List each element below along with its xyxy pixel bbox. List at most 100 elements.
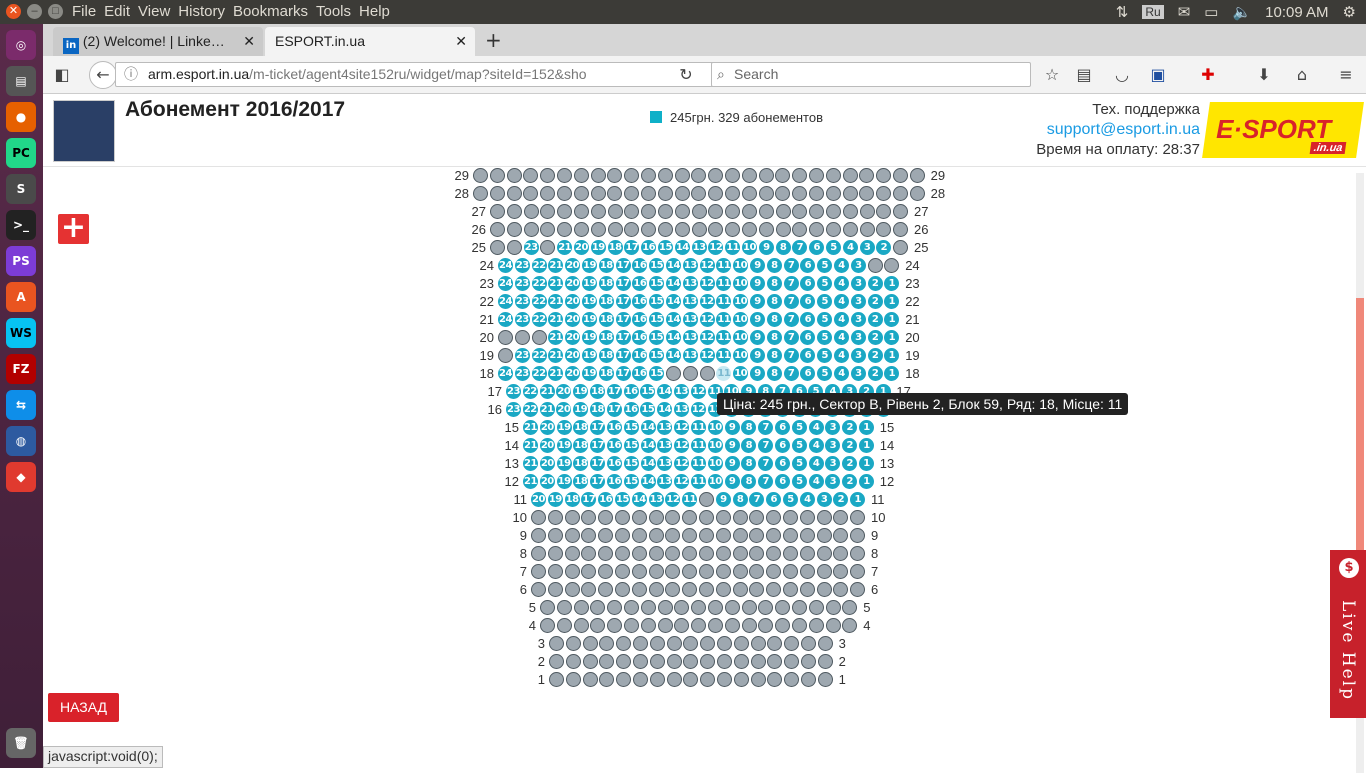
reload-icon[interactable]: ↻ <box>675 64 697 86</box>
seat-available[interactable]: 17 <box>615 276 631 291</box>
site-identity-icon[interactable]: ◧ <box>51 64 73 86</box>
seat-available[interactable]: 2 <box>833 492 849 507</box>
seat-available[interactable]: 14 <box>666 258 681 273</box>
seat-available[interactable]: 7 <box>758 420 774 435</box>
seat-available[interactable]: 2 <box>842 438 858 453</box>
seat-available[interactable]: 2 <box>867 312 883 327</box>
seat-available[interactable]: 18 <box>573 456 589 471</box>
seat-available[interactable]: 17 <box>590 420 606 435</box>
seat-available[interactable]: 11 <box>691 474 706 489</box>
seat-available[interactable]: 20 <box>565 276 581 291</box>
seat-available[interactable]: 17 <box>624 240 640 255</box>
seat-available[interactable]: 20 <box>531 492 546 507</box>
teamviewer-icon[interactable]: ⇆ <box>6 390 36 420</box>
seat-available[interactable]: 13 <box>657 474 673 489</box>
seat-available[interactable]: 5 <box>817 294 833 309</box>
seat-available[interactable]: 16 <box>641 240 657 255</box>
seat-available[interactable]: 4 <box>834 258 849 273</box>
seat-available[interactable]: 3 <box>859 240 875 255</box>
seat-available[interactable]: 10 <box>733 366 749 381</box>
close-tab-icon[interactable]: ✕ <box>243 27 255 56</box>
seat-available[interactable]: 5 <box>791 420 807 435</box>
seat-available[interactable]: 15 <box>615 492 630 507</box>
seat-available[interactable]: 21 <box>523 456 538 471</box>
firefox-icon[interactable]: ● <box>6 102 36 132</box>
seat-available[interactable]: 17 <box>590 474 606 489</box>
seat-available[interactable]: 17 <box>615 258 631 273</box>
seat-available[interactable]: 15 <box>649 258 665 273</box>
seat-available[interactable]: 19 <box>582 276 597 291</box>
seat-available[interactable]: 18 <box>607 240 623 255</box>
seat-available[interactable]: 20 <box>565 366 581 381</box>
seat-available[interactable]: 16 <box>632 294 648 309</box>
seat-available[interactable]: 1 <box>859 420 874 435</box>
seat-available[interactable]: 19 <box>582 366 597 381</box>
esport-logo[interactable]: E·SPORT .in.ua <box>1202 102 1364 158</box>
seat-available[interactable]: 4 <box>834 330 849 345</box>
seat-available[interactable]: 9 <box>724 438 740 453</box>
sublime-icon[interactable]: S <box>6 174 36 204</box>
seat-available[interactable]: 14 <box>666 348 681 363</box>
seat-available[interactable]: 9 <box>758 240 774 255</box>
seat-available[interactable]: 16 <box>623 384 639 399</box>
seat-available[interactable]: 14 <box>657 402 673 417</box>
seat-available[interactable]: 8 <box>732 492 748 507</box>
seat-available[interactable]: 11 <box>691 438 706 453</box>
seat-available[interactable]: 13 <box>674 402 689 417</box>
seat-available[interactable]: 18 <box>590 402 605 417</box>
seat-available[interactable]: 20 <box>556 402 572 417</box>
seat-available[interactable]: 4 <box>799 492 815 507</box>
seat-available[interactable]: 7 <box>758 438 774 453</box>
seat-available[interactable]: 17 <box>581 492 597 507</box>
seat-available[interactable]: 13 <box>682 330 698 345</box>
seat-available[interactable]: 13 <box>691 240 707 255</box>
seat-available[interactable]: 21 <box>523 474 538 489</box>
seat-available[interactable]: 4 <box>834 348 849 363</box>
seat-available[interactable]: 18 <box>564 492 580 507</box>
seat-available[interactable]: 15 <box>649 276 665 291</box>
seat-available[interactable]: 9 <box>724 420 740 435</box>
seat-available[interactable]: 11 <box>691 420 706 435</box>
seat-available[interactable]: 15 <box>623 456 639 471</box>
trash-icon[interactable]: 🗑 <box>6 728 36 758</box>
seat-available[interactable]: 7 <box>758 456 774 471</box>
seat-available[interactable]: 8 <box>766 330 782 345</box>
software-center-icon[interactable]: A <box>6 282 36 312</box>
seat-available[interactable]: 23 <box>514 348 530 363</box>
battery-icon[interactable]: ▭ <box>1204 3 1218 21</box>
menu-hamburger-icon[interactable]: ≡ <box>1335 64 1357 86</box>
seat-available[interactable]: 4 <box>834 366 849 381</box>
seat-available[interactable]: 18 <box>598 330 614 345</box>
seat-available[interactable]: 16 <box>607 456 622 471</box>
seat-available[interactable]: 5 <box>817 276 833 291</box>
seat-available[interactable]: 18 <box>598 348 614 363</box>
seat-available[interactable]: 20 <box>539 438 555 453</box>
menu-tools[interactable]: Tools <box>316 0 359 24</box>
seat-available[interactable]: 3 <box>825 438 841 453</box>
seat-available[interactable]: 5 <box>817 312 833 327</box>
seat-available[interactable]: 8 <box>766 312 782 327</box>
seat-available[interactable]: 1 <box>884 330 900 345</box>
seat-available[interactable]: 1 <box>884 312 900 327</box>
seat-available[interactable]: 1 <box>859 438 874 453</box>
seat-available[interactable]: 21 <box>548 366 564 381</box>
seat-available[interactable]: 14 <box>640 456 656 471</box>
seat-available[interactable]: 20 <box>574 240 589 255</box>
seat-available[interactable]: 18 <box>598 366 614 381</box>
seat-available[interactable]: 21 <box>539 402 555 417</box>
seat-available[interactable]: 3 <box>850 258 866 273</box>
seat-available[interactable]: 6 <box>775 420 790 435</box>
seat-available[interactable]: 15 <box>623 438 639 453</box>
seat-available[interactable]: 17 <box>615 312 631 327</box>
seat-available[interactable]: 5 <box>817 348 833 363</box>
seat-available[interactable]: 11 <box>716 258 732 273</box>
seat-available[interactable]: 24 <box>498 312 513 327</box>
seat-available[interactable]: 15 <box>623 420 639 435</box>
seat-available[interactable]: 17 <box>606 402 622 417</box>
seat-available[interactable]: 7 <box>792 240 808 255</box>
seat-available[interactable]: 13 <box>648 492 664 507</box>
git-icon[interactable]: ◆ <box>6 462 36 492</box>
network-icon[interactable]: ⇅ <box>1116 3 1129 21</box>
seat-available[interactable]: 10 <box>707 438 723 453</box>
menu-view[interactable]: View <box>138 0 178 24</box>
